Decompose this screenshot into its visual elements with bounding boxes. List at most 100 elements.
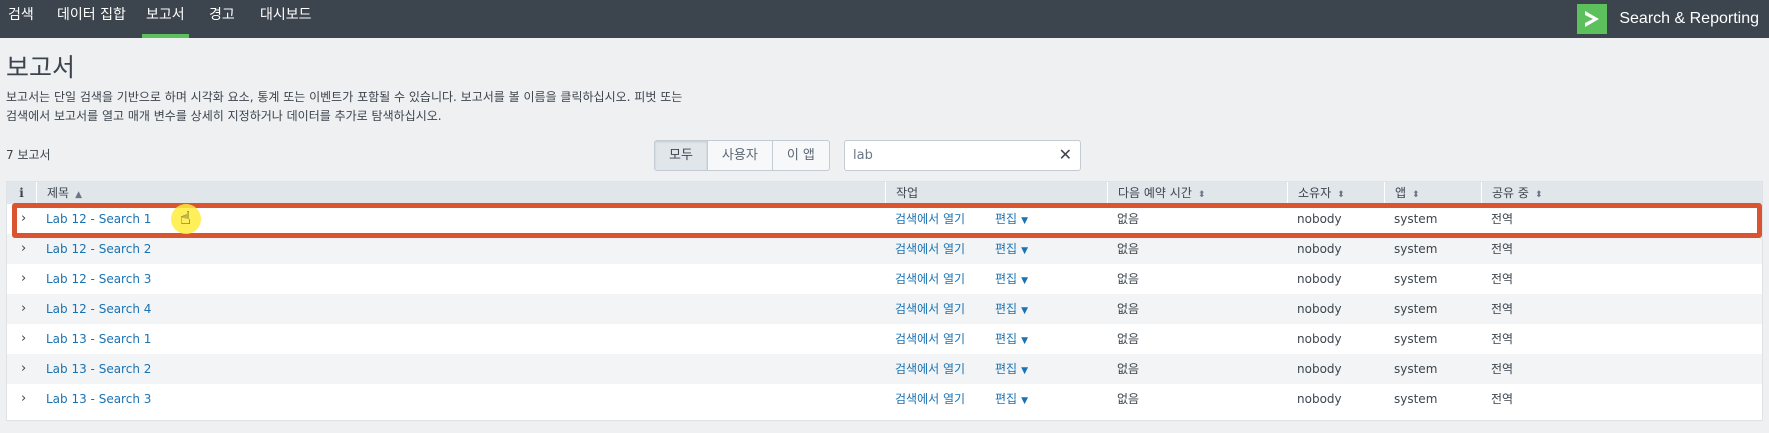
edit-label: 편집 <box>995 332 1018 346</box>
edit-label: 편집 <box>995 392 1018 406</box>
table-row: › Lab 13 - Search 3 검색에서 열기 편집 ▼ 없음 nobod… <box>7 384 1762 414</box>
caret-down-icon: ▼ <box>1021 306 1029 316</box>
owner-value: nobody <box>1297 302 1342 316</box>
report-title-link[interactable]: Lab 12 - Search 1 <box>46 204 151 234</box>
chevron-right-icon[interactable]: › <box>21 264 26 294</box>
edit-dropdown[interactable]: 편집 ▼ <box>995 384 1028 414</box>
open-in-search-link[interactable]: 검색에서 열기 <box>895 234 965 264</box>
app-name: Search & Reporting <box>1619 10 1759 27</box>
chevron-right-icon[interactable]: › <box>21 204 26 234</box>
edit-dropdown[interactable]: 편집 ▼ <box>995 324 1028 354</box>
next-scheduled-value: 없음 <box>1117 242 1140 256</box>
search-box: ✕ <box>844 140 1081 171</box>
open-in-search-link[interactable]: 검색에서 열기 <box>895 204 965 234</box>
owner-value: nobody <box>1297 362 1342 376</box>
owner-value: nobody <box>1297 242 1342 256</box>
table-header: i 제목 ▲ 작업 다음 예약 시간 ⬍ 소유자 ⬍ 앱 ⬍ 공유 중 ⬍ <box>7 182 1762 204</box>
table-row: › Lab 12 - Search 2 검색에서 열기 편집 ▼ 없음 nobod… <box>7 234 1762 264</box>
edit-label: 편집 <box>995 362 1018 376</box>
edit-label: 편집 <box>995 212 1018 226</box>
reports-table: i 제목 ▲ 작업 다음 예약 시간 ⬍ 소유자 ⬍ 앱 ⬍ 공유 중 ⬍ › Lab 1… <box>6 181 1763 421</box>
chevron-right-icon[interactable]: › <box>21 294 26 324</box>
open-in-search-link[interactable]: 검색에서 열기 <box>895 384 965 414</box>
next-scheduled-value: 없음 <box>1117 392 1140 406</box>
app-value: system <box>1394 272 1438 286</box>
table-row: › Lab 12 - Search 4 검색에서 열기 편집 ▼ 없음 nobod… <box>7 294 1762 324</box>
report-title-link[interactable]: Lab 13 - Search 3 <box>46 384 151 414</box>
filter-this-app-button[interactable]: 이 앱 <box>773 141 829 170</box>
next-scheduled-value: 없음 <box>1117 272 1140 286</box>
app-value: system <box>1394 332 1438 346</box>
app-brand[interactable]: Search & Reporting <box>1577 0 1759 38</box>
edit-label: 편집 <box>995 302 1018 316</box>
report-title-link[interactable]: Lab 12 - Search 3 <box>46 264 151 294</box>
table-row: › Lab 12 - Search 3 검색에서 열기 편집 ▼ 없음 nobod… <box>7 264 1762 294</box>
caret-down-icon: ▼ <box>1021 336 1029 346</box>
report-title-link[interactable]: Lab 13 - Search 2 <box>46 354 151 384</box>
app-column-header[interactable]: 앱 ⬍ <box>1384 182 1481 204</box>
owner-value: nobody <box>1297 272 1342 286</box>
chevron-right-icon[interactable]: › <box>21 354 26 384</box>
table-row: › Lab 12 - Search 1 검색에서 열기 편집 ▼ 없음 nobod… <box>7 204 1762 234</box>
app-column-label: 앱 <box>1395 186 1407 200</box>
open-in-search-link[interactable]: 검색에서 열기 <box>895 294 965 324</box>
title-column-header[interactable]: 제목 ▲ <box>36 182 885 204</box>
owner-column-header[interactable]: 소유자 ⬍ <box>1287 182 1384 204</box>
owner-value: nobody <box>1297 392 1342 406</box>
ownership-filter: 모두 사용자 이 앱 <box>654 140 830 171</box>
close-icon[interactable]: ✕ <box>1059 147 1072 163</box>
caret-down-icon: ▼ <box>1021 276 1029 286</box>
caret-down-icon: ▼ <box>1021 396 1029 406</box>
edit-dropdown[interactable]: 편집 ▼ <box>995 264 1028 294</box>
next-scheduled-column-header[interactable]: 다음 예약 시간 ⬍ <box>1107 182 1287 204</box>
top-nav: 검색 데이터 집합 보고서 경고 대시보드 Search & Reporting <box>0 0 1769 38</box>
nav-reports[interactable]: 보고서 <box>142 0 189 38</box>
app-value: system <box>1394 242 1438 256</box>
edit-dropdown[interactable]: 편집 ▼ <box>995 294 1028 324</box>
filter-user-button[interactable]: 사용자 <box>708 141 773 170</box>
nav-datasets[interactable]: 데이터 집합 <box>53 0 130 38</box>
actions-column-header: 작업 <box>885 182 1107 204</box>
sort-asc-icon: ▲ <box>75 190 83 200</box>
open-in-search-link[interactable]: 검색에서 열기 <box>895 354 965 384</box>
page-description: 보고서는 단일 검색을 기반으로 하며 시각화 요소, 통계 또는 이벤트가 포… <box>6 90 683 123</box>
info-column-header: i <box>19 186 24 200</box>
app-value: system <box>1394 392 1438 406</box>
caret-down-icon: ▼ <box>1021 216 1029 226</box>
app-logo-icon <box>1577 4 1608 34</box>
chevron-right-icon[interactable]: › <box>21 234 26 264</box>
next-scheduled-column-label: 다음 예약 시간 <box>1118 186 1192 200</box>
app-value: system <box>1394 362 1438 376</box>
chevron-right-icon[interactable]: › <box>21 384 26 414</box>
nav-alerts[interactable]: 경고 <box>205 0 239 38</box>
open-in-search-link[interactable]: 검색에서 열기 <box>895 324 965 354</box>
report-title-link[interactable]: Lab 13 - Search 1 <box>46 324 151 354</box>
edit-dropdown[interactable]: 편집 ▼ <box>995 234 1028 264</box>
sharing-value: 전역 <box>1491 272 1514 286</box>
title-column-label: 제목 <box>47 186 70 200</box>
app-value: system <box>1394 212 1438 226</box>
owner-value: nobody <box>1297 212 1342 226</box>
edit-dropdown[interactable]: 편집 ▼ <box>995 204 1028 234</box>
nav-dashboards[interactable]: 대시보드 <box>256 0 316 38</box>
next-scheduled-value: 없음 <box>1117 332 1140 346</box>
next-scheduled-value: 없음 <box>1117 212 1140 226</box>
sharing-value: 전역 <box>1491 392 1514 406</box>
edit-dropdown[interactable]: 편집 ▼ <box>995 354 1028 384</box>
edit-label: 편집 <box>995 272 1018 286</box>
report-title-link[interactable]: Lab 12 - Search 2 <box>46 234 151 264</box>
report-count: 7 보고서 <box>6 148 51 162</box>
owner-column-label: 소유자 <box>1298 186 1332 200</box>
open-in-search-link[interactable]: 검색에서 열기 <box>895 264 965 294</box>
next-scheduled-value: 없음 <box>1117 302 1140 316</box>
chevron-right-icon[interactable]: › <box>21 324 26 354</box>
caret-down-icon: ▼ <box>1021 366 1029 376</box>
app-value: system <box>1394 302 1438 316</box>
filter-all-button[interactable]: 모두 <box>655 141 708 170</box>
nav-search[interactable]: 검색 <box>4 0 38 38</box>
report-title-link[interactable]: Lab 12 - Search 4 <box>46 294 151 324</box>
search-input[interactable] <box>845 141 1045 170</box>
sharing-value: 전역 <box>1491 332 1514 346</box>
sharing-column-header[interactable]: 공유 중 ⬍ <box>1481 182 1764 204</box>
edit-label: 편집 <box>995 242 1018 256</box>
